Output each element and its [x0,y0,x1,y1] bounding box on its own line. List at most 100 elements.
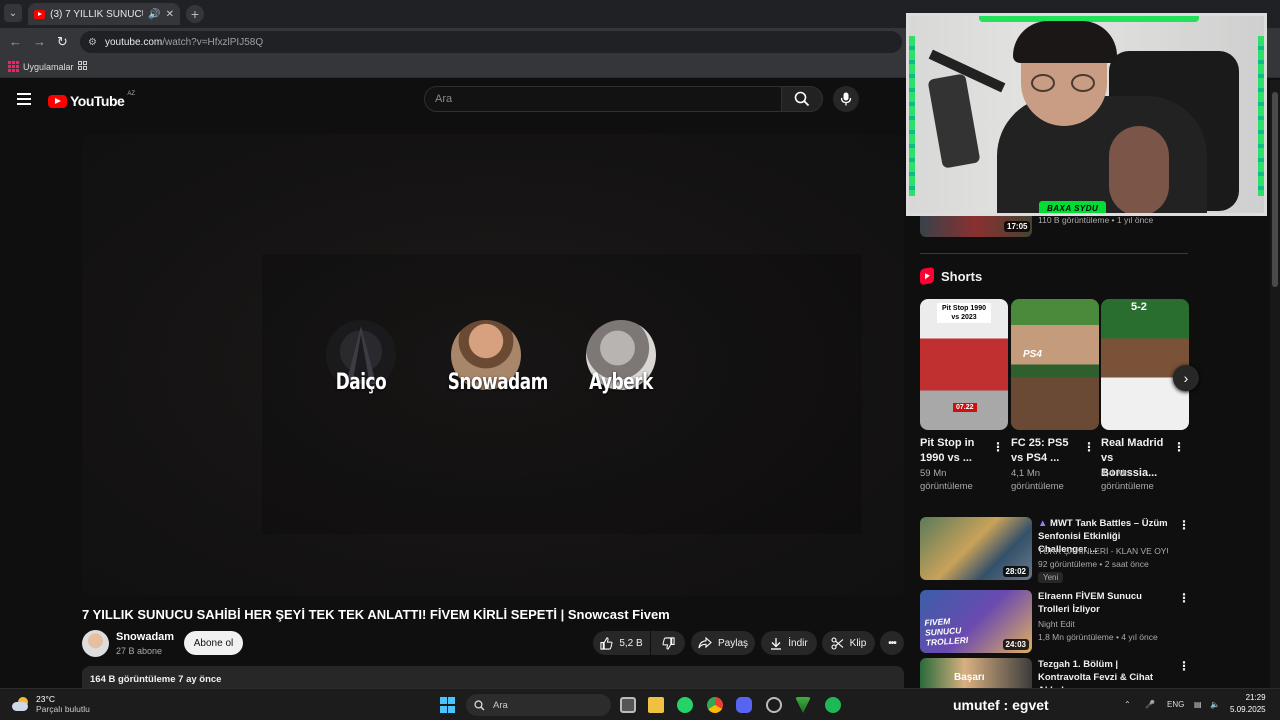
tray-overflow-chevron-icon[interactable]: ⌃ [1124,700,1131,709]
microphone-icon [840,92,852,106]
chrome-icon[interactable] [707,697,723,713]
short-card-thumbnail[interactable]: 5-2 [1101,299,1189,430]
more-actions-button[interactable]: ••• [880,631,904,655]
related-video-thumbnail[interactable]: 28:02 [920,517,1032,580]
windows-taskbar: 23°C Parçalı bulutlu Ara [0,688,1280,720]
site-info-icon[interactable]: ⚙ [88,37,97,48]
channel-name[interactable]: Snowadam [116,631,174,643]
short-overlay-text: Pit Stop 1990 vs 2023 [937,303,991,323]
discord-icon[interactable] [736,697,752,713]
views-and-age: 164 B görüntüleme 7 ay önce [90,674,222,685]
shorts-heading-label: Shorts [941,268,983,284]
more-vertical-icon[interactable]: ⋮ [1178,591,1190,605]
share-button[interactable]: Paylaş [691,631,755,655]
download-button[interactable]: İndir [761,631,817,655]
spotify-icon[interactable] [825,697,841,713]
person-card-daico: Daiço [316,320,406,395]
taskbar-search[interactable]: Ara [466,694,611,716]
weather-widget[interactable]: 23°C Parçalı bulutlu [12,694,90,714]
like-button[interactable]: 5,2 B [593,631,650,655]
shorts-next-button[interactable]: › [1173,365,1199,391]
reload-icon[interactable]: ↻ [57,34,68,50]
country-code: AZ [127,91,135,97]
youtube-logo[interactable]: YouTube AZ [48,91,135,109]
short-views: 59 Mn görüntüleme [920,468,973,492]
thumbnail-text: FIVEM SUNUCU TROLLERI [924,615,969,648]
short-overlay-text: PS4 [1023,349,1042,360]
browser-tab-active[interactable]: (3) 7 YILLIK SUNUCU SAHİBİ 🔊 ✕ [28,3,180,25]
bookmark-apps[interactable]: Uygulamalar [8,61,74,72]
url-omnibox[interactable]: ⚙ youtube.com/watch?v=HfxzlPIJ58Q [80,31,902,53]
voice-search-button[interactable] [833,86,859,112]
more-vertical-icon[interactable]: ⋮ [1083,440,1095,454]
dislike-button[interactable] [651,631,685,655]
person-name: Snowadam [447,370,548,395]
bookmark-apps-label: Uygulamalar [23,61,74,72]
search-button[interactable] [781,86,823,112]
short-card-thumbnail[interactable]: Pit Stop 1990 vs 2023 07.22 [920,299,1008,430]
speaker-icon[interactable]: 🔊 [148,9,160,20]
streamer-arm [1109,126,1169,213]
language-indicator[interactable]: ENG [1167,700,1184,709]
network-icon[interactable]: ▤ [1194,700,1202,709]
system-clock[interactable]: 21:29 5.09.2025 [1230,692,1266,716]
youtube-wordmark: YouTube [70,93,125,109]
shorts-heading: Shorts [920,266,983,286]
video-duration: 24:03 [1002,639,1029,650]
short-card-thumbnail[interactable]: PS4 [1011,299,1099,430]
volume-icon[interactable]: 🔈 [1210,700,1220,709]
weather-temp: 23°C [36,694,55,704]
back-arrow-icon[interactable]: ← [9,34,22,49]
person-card-snowadam: Snowadam [441,320,548,395]
section-divider [920,253,1188,254]
vegas-icon[interactable] [795,697,811,713]
share-label: Paylaş [717,637,748,649]
taskbar-search-label: Ara [493,699,508,711]
clock-date: 5.09.2025 [1230,705,1266,714]
related-video-channel[interactable]: Night Edit [1038,619,1168,629]
page-scrollbar-thumb[interactable] [1272,92,1278,287]
related-video-channel[interactable]: TÜRK ŞAHİNLERİ - KLAN VE OYUN KAN... [1038,546,1168,556]
thumbnail-text: Başarı [954,672,985,683]
scissors-icon [831,636,844,650]
clock-time: 21:29 [1245,693,1266,702]
tab-groups-button[interactable] [78,61,87,70]
more-vertical-icon[interactable]: ⋮ [1173,440,1185,454]
related-video-meta: 1,8 Mn görüntüleme • 4 yıl önce [1038,632,1158,642]
related-video-thumbnail[interactable]: Başarı [920,658,1032,688]
channel-avatar[interactable] [82,630,109,657]
chevron-right-icon: › [1183,370,1189,386]
more-vertical-icon[interactable]: ⋮ [1178,659,1190,673]
microphone-tray-icon[interactable]: 🎤 [1145,700,1155,709]
person-name: Daiço [335,370,387,395]
tab-search-button[interactable]: ⌄ [4,4,22,22]
download-icon [771,637,782,650]
steam-icon[interactable] [766,697,782,713]
related-video-thumbnail[interactable]: FIVEM SUNUCU TROLLERI 24:03 [920,590,1032,653]
subscribe-button[interactable]: Abone ol [184,631,243,655]
whatsapp-icon[interactable] [677,697,693,713]
stream-chat-message: umutef : egvet [953,697,1049,713]
short-title[interactable]: Pit Stop in 1990 vs ... [920,436,984,466]
related-video-title[interactable]: Elraenn FİVEM Sunucu Trolleri İzliyor [1038,590,1172,616]
search-icon [474,699,485,710]
webcam-label: BAXA SYDU [1039,201,1107,213]
start-button[interactable] [440,697,456,713]
forward-arrow-icon[interactable]: → [33,34,46,49]
short-views: 4,1 Mn görüntüleme [1011,468,1064,492]
more-vertical-icon[interactable]: ⋮ [992,440,1004,454]
short-views: 4,4 Mn görüntüleme [1101,468,1154,492]
new-tab-button[interactable]: + [186,5,204,23]
video-player[interactable]: Daiço Snowadam Ayberk [82,134,904,596]
glasses [1031,74,1101,92]
file-explorer-icon[interactable] [648,697,664,713]
task-view-icon[interactable] [620,697,636,713]
close-tab-icon[interactable]: ✕ [166,9,174,20]
clip-button[interactable]: Klip [822,631,875,655]
video-duration: 17:05 [1004,221,1031,232]
more-vertical-icon[interactable]: ⋮ [1178,518,1190,532]
menu-icon[interactable] [17,93,31,108]
short-title[interactable]: FC 25: PS5 vs PS4 ... [1011,436,1075,466]
shorts-logo-icon [920,266,934,286]
search-input[interactable]: Ara [424,86,782,112]
